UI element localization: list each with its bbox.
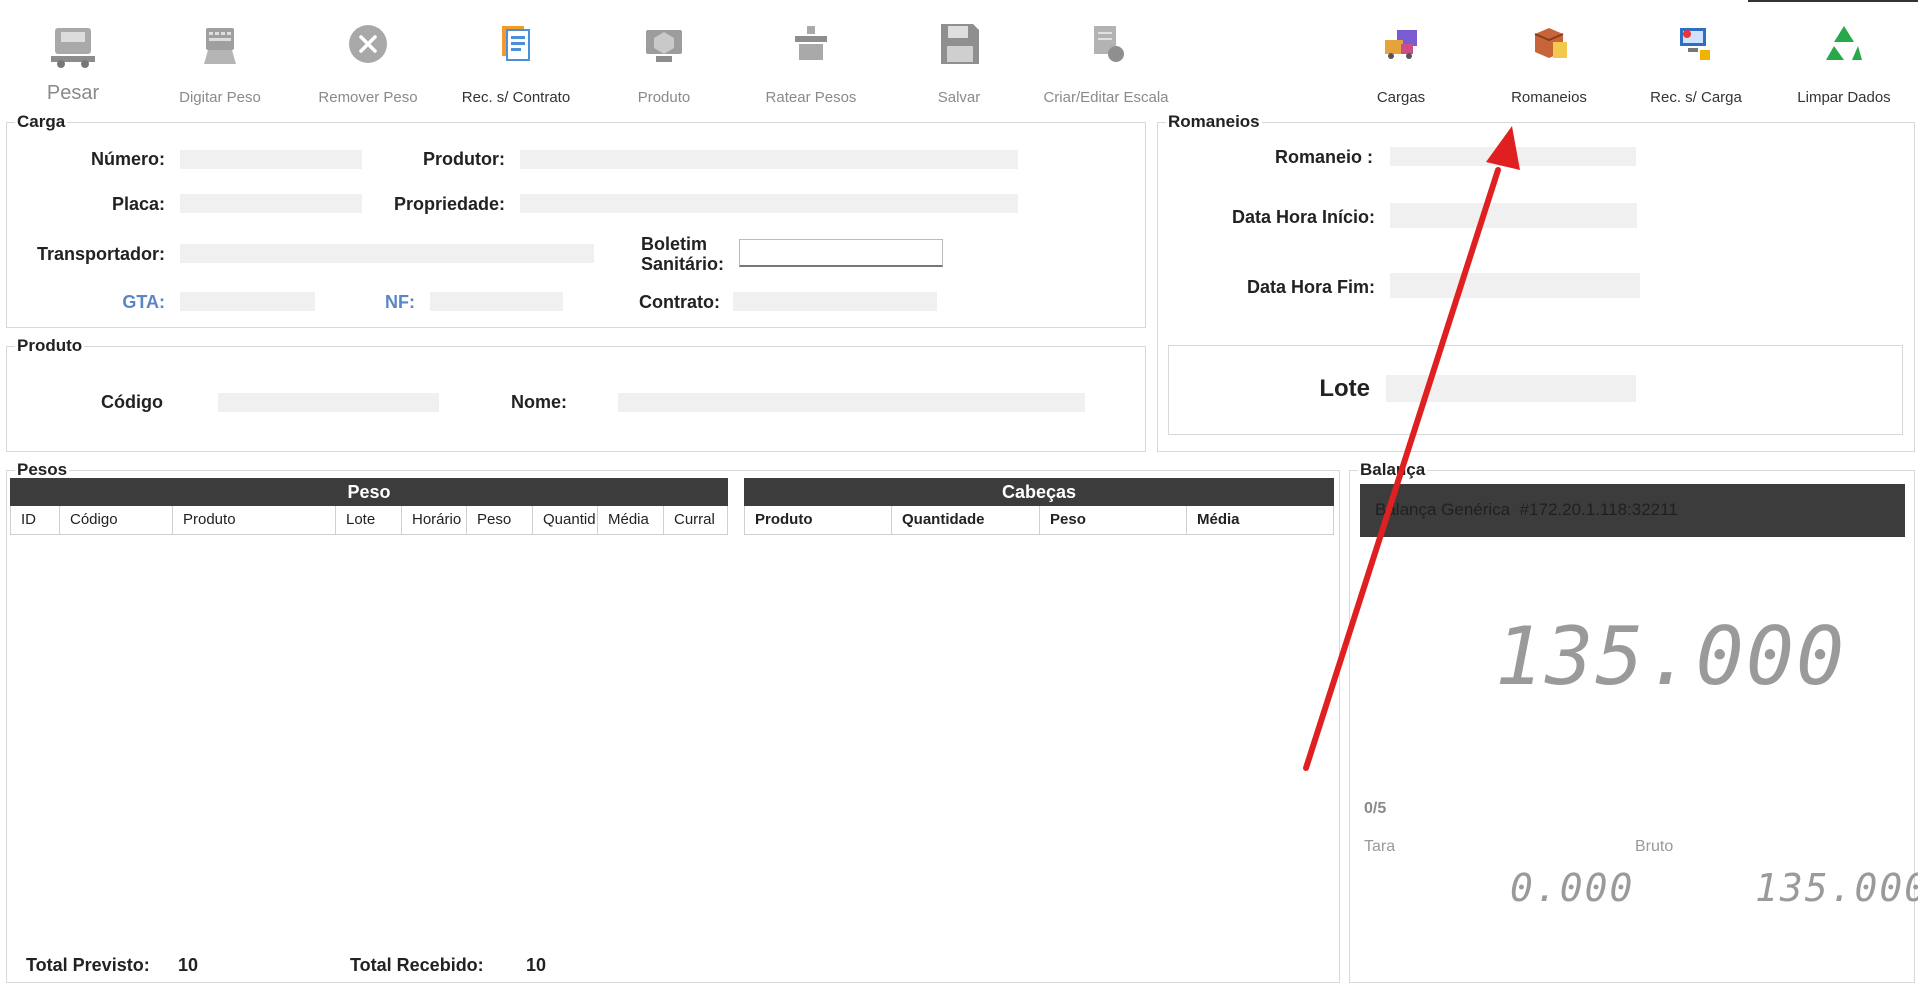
window-edge bbox=[1748, 0, 1918, 2]
annotation-arrow bbox=[1303, 126, 1520, 771]
